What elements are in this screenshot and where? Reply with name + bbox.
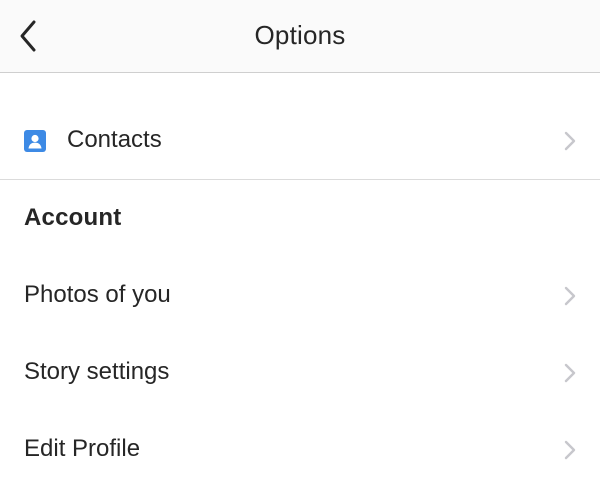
contacts-row[interactable]: Contacts (0, 103, 600, 179)
page-title: Options (254, 20, 346, 50)
chevron-right-icon (564, 286, 576, 306)
account-section-title: Account (24, 204, 122, 231)
edit-profile-label: Edit Profile (24, 435, 141, 462)
story-settings-row[interactable]: Story settings (0, 335, 600, 411)
nav-header: Options (0, 0, 600, 73)
chevron-right-icon (564, 131, 576, 151)
section-divider (0, 179, 600, 180)
story-settings-label: Story settings (24, 358, 170, 385)
contacts-label: Contacts (67, 126, 162, 153)
photos-of-you-row[interactable]: Photos of you (0, 258, 600, 334)
chevron-right-icon (564, 440, 576, 460)
contact-card-icon (24, 130, 46, 152)
options-screen: Options Contacts Account Photos of you S… (0, 0, 600, 497)
photos-of-you-label: Photos of you (24, 281, 171, 308)
edit-profile-row[interactable]: Edit Profile (0, 412, 600, 488)
chevron-right-icon (564, 363, 576, 383)
